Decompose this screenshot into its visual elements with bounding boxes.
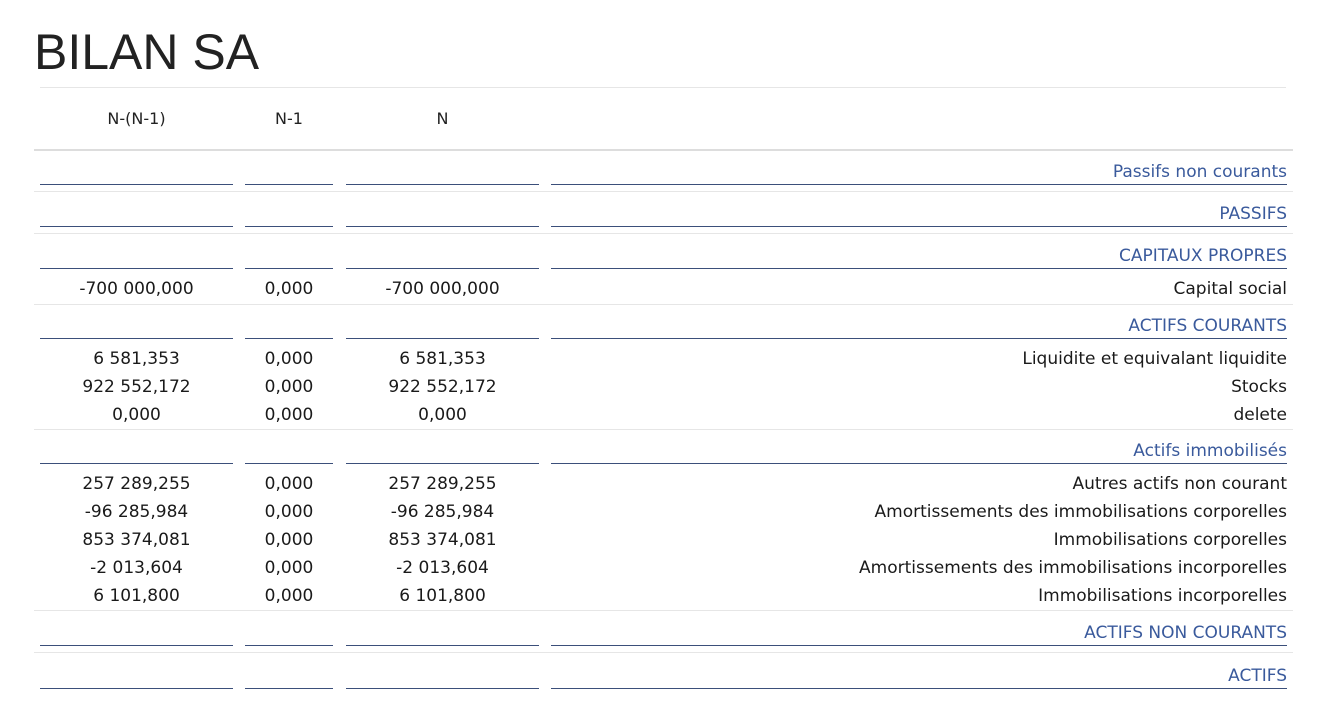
- balance-sheet-table: Passifs non courants PASSIFS CAPITAUX PR…: [34, 151, 1293, 695]
- section-label-link[interactable]: ACTIFS: [551, 664, 1287, 689]
- section-cell-current: [346, 621, 539, 646]
- value-previous-year: 0,000: [264, 530, 314, 550]
- section-cell-previous: [245, 621, 333, 646]
- section-cell-variation: [40, 314, 233, 339]
- value-previous-year: 0,000: [264, 558, 314, 578]
- value-variation: 853 374,081: [82, 530, 191, 550]
- section-cell-previous: [245, 439, 333, 464]
- section-cell-variation: [40, 202, 233, 227]
- section-cell-current: [346, 314, 539, 339]
- value-variation: 257 289,255: [82, 474, 191, 494]
- section-cell-previous: [245, 202, 333, 227]
- section-cell-previous: [245, 244, 333, 269]
- table-row: 6 581,353 0,000 6 581,353 Liquidite et e…: [34, 345, 1293, 373]
- section-cell-current: [346, 160, 539, 185]
- value-current-year: -700 000,000: [385, 279, 500, 299]
- account-label: Amortissements des immobilisations incor…: [859, 558, 1287, 578]
- value-previous-year: 0,000: [264, 474, 314, 494]
- value-current-year: 0,000: [418, 405, 467, 425]
- value-previous-year: 0,000: [264, 502, 314, 522]
- title-divider: [40, 87, 1286, 88]
- section-cell-previous: [245, 160, 333, 185]
- value-current-year: 257 289,255: [388, 474, 497, 494]
- value-current-year: 922 552,172: [388, 377, 497, 397]
- value-current-year: 853 374,081: [388, 530, 497, 550]
- table-row: 6 101,800 0,000 6 101,800 Immobilisation…: [34, 582, 1293, 611]
- table-row: 257 289,255 0,000 257 289,255 Autres act…: [34, 470, 1293, 498]
- table-row: 922 552,172 0,000 922 552,172 Stocks: [34, 373, 1293, 401]
- section-row: ACTIFS COURANTS: [34, 305, 1293, 345]
- account-label: Immobilisations corporelles: [1053, 530, 1287, 550]
- section-row: ACTIFS NON COURANTS: [34, 611, 1293, 653]
- table-header: N-(N-1) N-1 N: [34, 104, 1293, 134]
- section-cell-previous: [245, 664, 333, 689]
- section-cell-variation: [40, 439, 233, 464]
- section-cell-variation: [40, 621, 233, 646]
- account-label: Amortissements des immobilisations corpo…: [874, 502, 1287, 522]
- section-label-link[interactable]: CAPITAUX PROPRES: [551, 244, 1287, 269]
- section-row: PASSIFS: [34, 192, 1293, 234]
- value-previous-year: 0,000: [264, 586, 314, 606]
- column-header-previous-year: N-1: [275, 109, 303, 128]
- section-cell-current: [346, 664, 539, 689]
- section-label-link[interactable]: PASSIFS: [551, 202, 1287, 227]
- account-label: Stocks: [1231, 377, 1287, 397]
- value-variation: 6 581,353: [93, 349, 180, 369]
- table-row: -700 000,000 0,000 -700 000,000 Capital …: [34, 275, 1293, 305]
- section-label-link[interactable]: ACTIFS COURANTS: [551, 314, 1287, 339]
- account-label: Immobilisations incorporelles: [1038, 586, 1287, 606]
- value-variation: -96 285,984: [84, 502, 189, 522]
- table-row: 0,000 0,000 0,000 delete: [34, 401, 1293, 430]
- section-cell-current: [346, 244, 539, 269]
- value-current-year: -96 285,984: [390, 502, 495, 522]
- section-row: Actifs immobilisés: [34, 430, 1293, 470]
- value-variation: 6 101,800: [93, 586, 180, 606]
- value-variation: -2 013,604: [90, 558, 183, 578]
- section-label-link[interactable]: ACTIFS NON COURANTS: [551, 621, 1287, 646]
- section-cell-previous: [245, 314, 333, 339]
- value-previous-year: 0,000: [264, 349, 314, 369]
- table-row: -2 013,604 0,000 -2 013,604 Amortissemen…: [34, 554, 1293, 582]
- table-row: 853 374,081 0,000 853 374,081 Immobilisa…: [34, 526, 1293, 554]
- section-row: CAPITAUX PROPRES: [34, 234, 1293, 275]
- section-cell-current: [346, 439, 539, 464]
- section-cell-current: [346, 202, 539, 227]
- section-cell-variation: [40, 160, 233, 185]
- value-variation: 922 552,172: [82, 377, 191, 397]
- value-current-year: -2 013,604: [396, 558, 489, 578]
- value-previous-year: 0,000: [264, 377, 314, 397]
- page-title: BILAN SA: [34, 24, 260, 80]
- value-current-year: 6 101,800: [399, 586, 486, 606]
- section-label-link[interactable]: Actifs immobilisés: [551, 439, 1287, 464]
- section-cell-variation: [40, 664, 233, 689]
- section-row: ACTIFS: [34, 653, 1293, 695]
- account-label: Liquidite et equivalant liquidite: [1022, 349, 1287, 369]
- value-variation: -700 000,000: [79, 279, 194, 299]
- account-label: delete: [1233, 405, 1287, 425]
- column-header-variation: N-(N-1): [107, 109, 166, 128]
- section-row: Passifs non courants: [34, 151, 1293, 192]
- account-label: Capital social: [1173, 279, 1287, 299]
- value-variation: 0,000: [112, 405, 161, 425]
- value-previous-year: 0,000: [264, 405, 314, 425]
- column-header-current-year: N: [436, 109, 449, 128]
- value-previous-year: 0,000: [264, 279, 314, 299]
- account-label: Autres actifs non courant: [1072, 474, 1287, 494]
- section-cell-variation: [40, 244, 233, 269]
- value-current-year: 6 581,353: [399, 349, 486, 369]
- table-row: -96 285,984 0,000 -96 285,984 Amortissem…: [34, 498, 1293, 526]
- section-label-link[interactable]: Passifs non courants: [551, 160, 1287, 185]
